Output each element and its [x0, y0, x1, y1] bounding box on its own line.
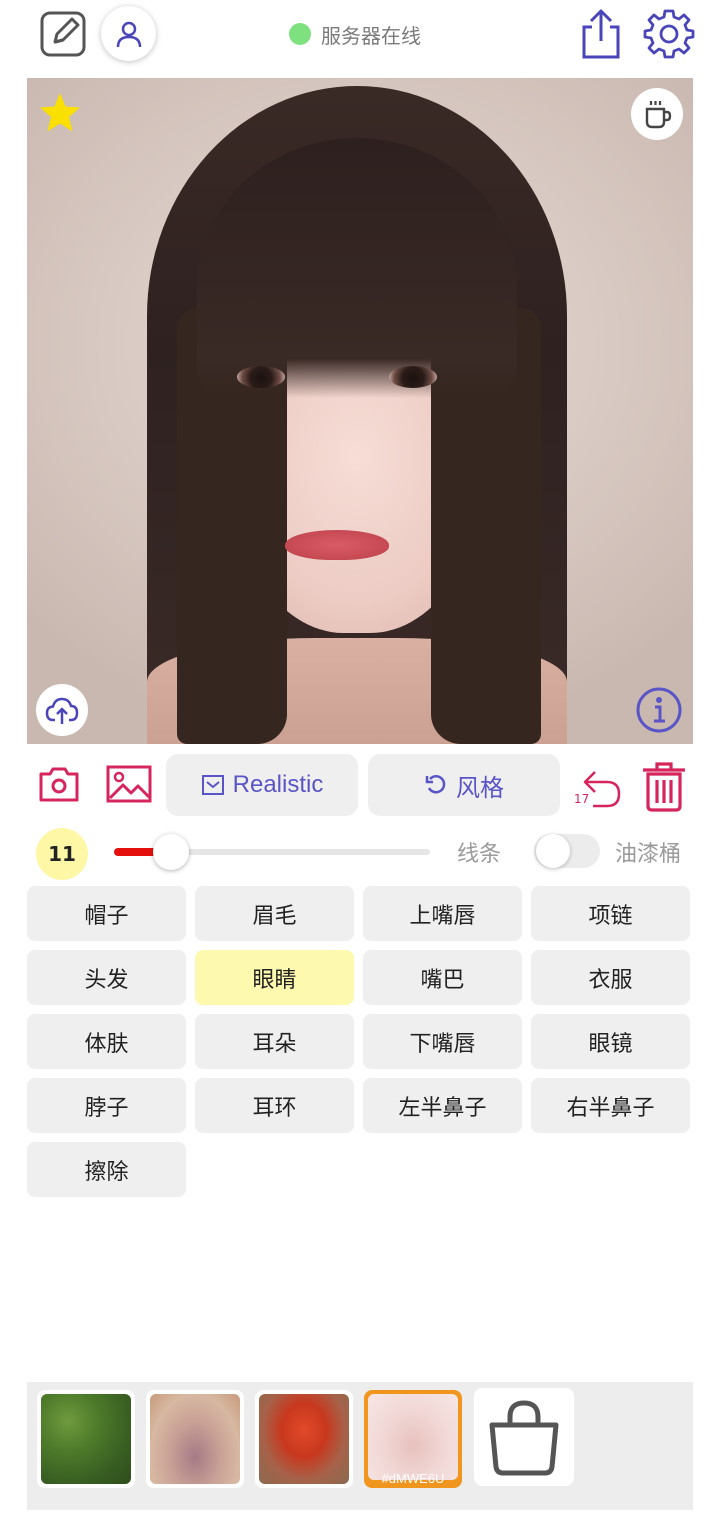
part-button[interactable]: 右半鼻子 [531, 1078, 690, 1133]
part-button[interactable]: 下嘴唇 [363, 1014, 522, 1069]
trash-icon [643, 762, 685, 812]
shop-button[interactable] [474, 1388, 574, 1486]
style-label: 风格 [456, 774, 504, 802]
thumbnail-image [150, 1394, 240, 1484]
refresh-icon [425, 774, 446, 794]
server-status: 服务器在线 [289, 20, 421, 48]
share-button[interactable] [577, 6, 625, 62]
part-button[interactable]: 耳朵 [195, 1014, 354, 1069]
cloud-upload-button[interactable] [36, 684, 88, 736]
edit-button[interactable] [38, 8, 90, 58]
brush-size-badge: 11 [36, 828, 88, 880]
info-button[interactable] [633, 684, 685, 736]
part-button[interactable]: 帽子 [27, 886, 186, 941]
right-eye [389, 366, 437, 388]
undo-button[interactable]: 17 [572, 760, 624, 814]
cloud-upload-icon [45, 697, 79, 724]
status-dot [289, 23, 311, 45]
camera-icon [39, 767, 79, 802]
lips [285, 530, 389, 560]
user-icon [116, 21, 141, 47]
part-button[interactable]: 衣服 [531, 950, 690, 1005]
shopping-bag-icon [489, 1400, 559, 1476]
paint-bucket-label: 油漆桶 [615, 842, 682, 867]
favorite-button[interactable] [37, 90, 83, 136]
part-button[interactable]: 耳环 [195, 1078, 354, 1133]
part-button[interactable]: 头发 [27, 950, 186, 1005]
edit-square-icon [40, 11, 86, 57]
line-mode-label: 线条 [457, 842, 502, 867]
share-icon [582, 9, 620, 59]
top-bar: 服务器在线 [0, 0, 720, 72]
delete-button[interactable] [638, 758, 690, 814]
toggle-knob [536, 834, 570, 868]
user-button[interactable] [101, 6, 156, 61]
image-icon [106, 765, 152, 803]
part-button[interactable]: 体肤 [27, 1014, 186, 1069]
style-button[interactable]: 风格 [368, 754, 560, 816]
style-gallery-strip: #dMWE6U [27, 1382, 693, 1510]
part-button[interactable]: 项链 [531, 886, 690, 941]
part-button[interactable]: 眉毛 [195, 886, 354, 941]
style-thumbnail[interactable] [37, 1390, 135, 1488]
part-button[interactable]: 眼睛 [195, 950, 354, 1005]
coffee-button[interactable] [631, 88, 683, 140]
coffee-cup-icon [645, 101, 672, 129]
paint-bucket-toggle[interactable] [534, 834, 600, 868]
thumbnail-image [259, 1394, 349, 1484]
brush-size-slider[interactable] [114, 834, 430, 870]
selected-style-thumbnail[interactable]: #dMWE6U [364, 1390, 462, 1488]
style-thumbnail[interactable] [255, 1390, 353, 1488]
part-button[interactable]: 眼镜 [531, 1014, 690, 1069]
edit-toolbar: Realistic 风格 17 [0, 752, 720, 820]
left-eye [237, 366, 285, 388]
part-button[interactable]: 上嘴唇 [363, 886, 522, 941]
info-icon [636, 687, 682, 733]
part-button[interactable]: 擦除 [27, 1142, 186, 1197]
realistic-label: Realistic [232, 771, 324, 798]
status-text: 服务器在线 [321, 23, 421, 48]
part-button[interactable]: 左半鼻子 [363, 1078, 522, 1133]
part-button[interactable]: 嘴巴 [363, 950, 522, 1005]
star-icon [40, 93, 80, 132]
thumbnail-image [41, 1394, 131, 1484]
gear-icon [643, 9, 695, 59]
thumbnail-image [368, 1394, 458, 1480]
portrait-canvas[interactable] [27, 78, 693, 744]
mail-check-icon [201, 775, 224, 795]
gallery-button[interactable] [104, 760, 154, 808]
brush-controls: 11 线条 油漆桶 [0, 826, 720, 880]
undo-count: 17 [574, 792, 590, 806]
camera-button[interactable] [37, 762, 81, 806]
settings-button[interactable] [641, 6, 697, 62]
part-button[interactable]: 脖子 [27, 1078, 186, 1133]
selected-style-tag: #dMWE6U [381, 1471, 445, 1486]
slider-thumb[interactable] [152, 834, 189, 870]
style-thumbnail[interactable] [146, 1390, 244, 1488]
realistic-mode-button[interactable]: Realistic [166, 754, 358, 816]
